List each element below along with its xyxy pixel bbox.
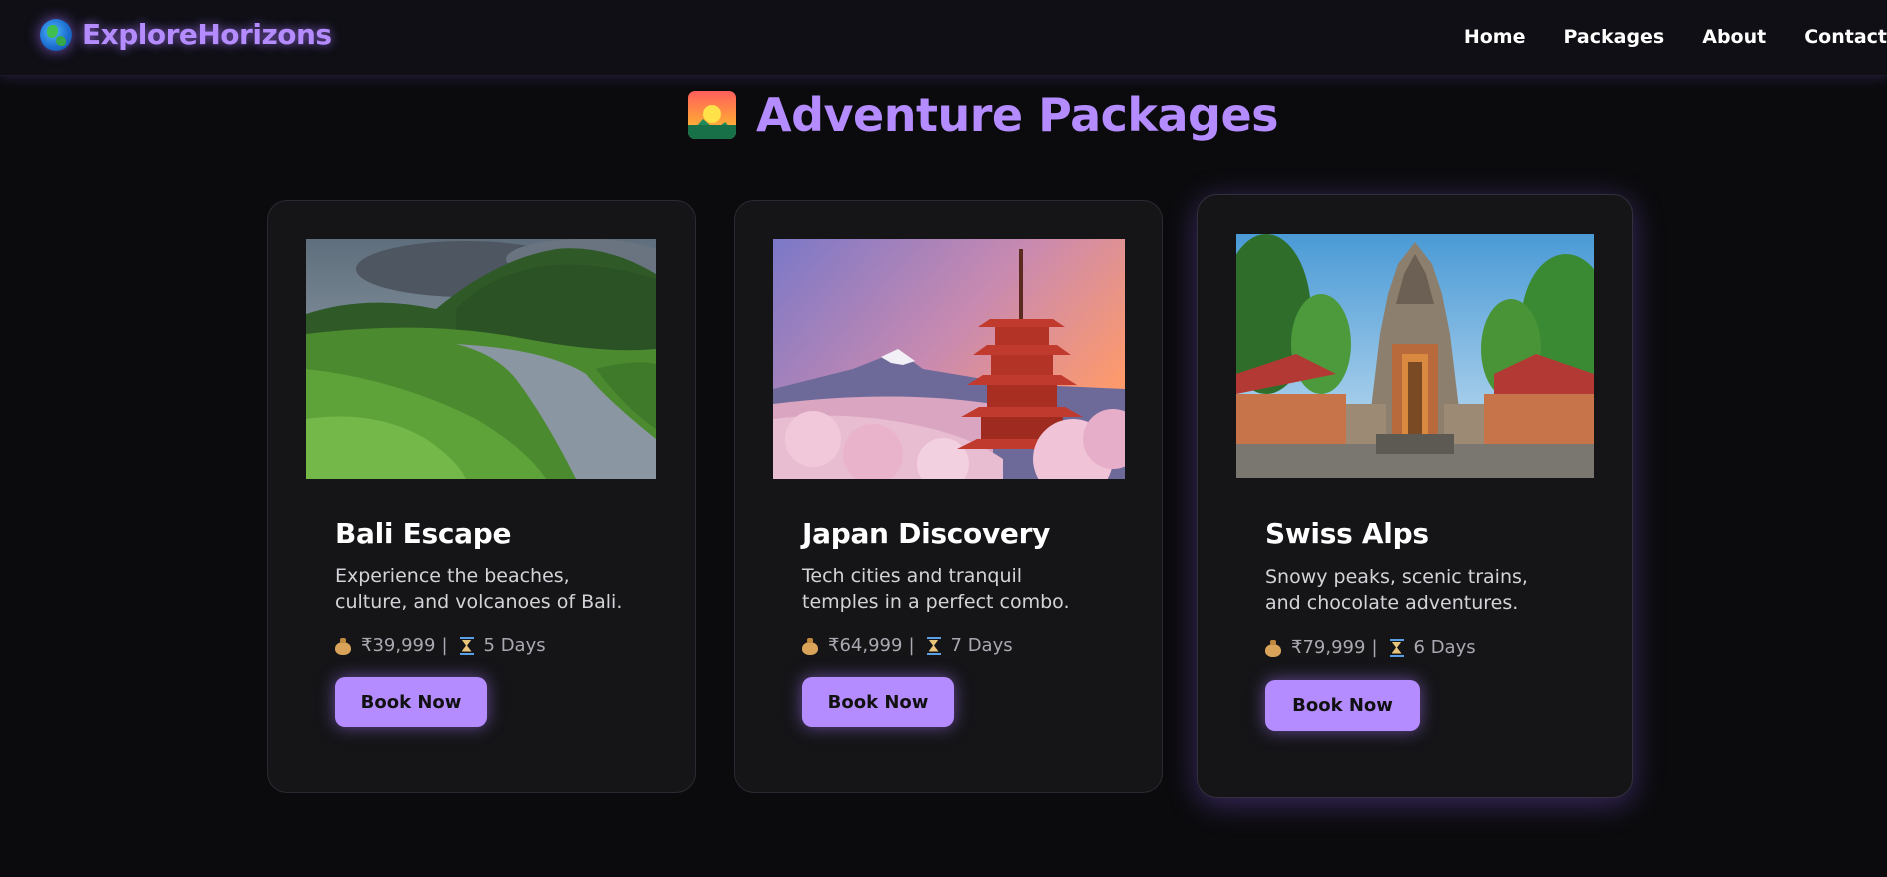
money-bag-icon	[802, 637, 818, 655]
package-description: Tech cities and tranquil temples in a pe…	[802, 565, 1070, 613]
money-bag-icon	[1265, 639, 1281, 657]
package-title: Bali Escape	[335, 517, 512, 550]
package-meta: ₹64,999 | 7 Days	[802, 635, 1013, 656]
package-price: ₹79,999	[1291, 637, 1366, 658]
package-price: ₹64,999	[828, 635, 903, 656]
hourglass-icon	[459, 636, 474, 655]
package-description: Experience the beaches, culture, and vol…	[335, 565, 623, 613]
package-meta: ₹39,999 | 5 Days	[335, 635, 546, 656]
package-image-japan	[773, 239, 1125, 479]
hourglass-icon	[1389, 638, 1404, 657]
brand-logo[interactable]: ExploreHorizons	[40, 18, 332, 51]
hourglass-icon	[926, 636, 941, 655]
nav-link-contact[interactable]: Contact	[1804, 26, 1887, 48]
package-description: Snowy peaks, scenic trains, and chocolat…	[1265, 566, 1528, 614]
package-title: Japan Discovery	[802, 517, 1051, 550]
package-card-swiss-alps: Swiss Alps Snowy peaks, scenic trains, a…	[1197, 194, 1633, 798]
navbar: ExploreHorizons Home Packages About Cont…	[0, 0, 1887, 76]
package-duration: 7 Days	[950, 635, 1013, 656]
package-card-japan: Japan Discovery Tech cities and tranquil…	[734, 200, 1163, 793]
package-card-bali: Bali Escape Experience the beaches, cult…	[267, 200, 696, 793]
book-now-button[interactable]: Book Now	[802, 677, 954, 727]
page-title: Adventure Packages	[688, 88, 1279, 142]
nav-link-about[interactable]: About	[1702, 26, 1766, 48]
page-title-text: Adventure Packages	[756, 88, 1279, 142]
package-price: ₹39,999	[361, 635, 436, 656]
nav-link-packages[interactable]: Packages	[1563, 26, 1664, 48]
book-now-button[interactable]: Book Now	[1265, 680, 1420, 731]
package-duration: 6 Days	[1413, 637, 1476, 658]
package-meta: ₹79,999 | 6 Days	[1265, 637, 1476, 658]
package-duration: 5 Days	[483, 635, 546, 656]
sunrise-mountain-icon	[688, 91, 736, 139]
meta-separator: |	[1371, 637, 1378, 658]
brand-name: ExploreHorizons	[82, 18, 332, 51]
nav-link-home[interactable]: Home	[1464, 26, 1526, 48]
package-image-swiss-alps	[1236, 234, 1594, 478]
package-title: Swiss Alps	[1265, 517, 1429, 550]
globe-icon	[40, 18, 72, 51]
meta-separator: |	[441, 635, 448, 656]
meta-separator: |	[908, 635, 915, 656]
package-image-bali	[306, 239, 656, 479]
book-now-button[interactable]: Book Now	[335, 677, 487, 727]
money-bag-icon	[335, 637, 351, 655]
nav-links: Home Packages About Contact	[1464, 26, 1887, 48]
